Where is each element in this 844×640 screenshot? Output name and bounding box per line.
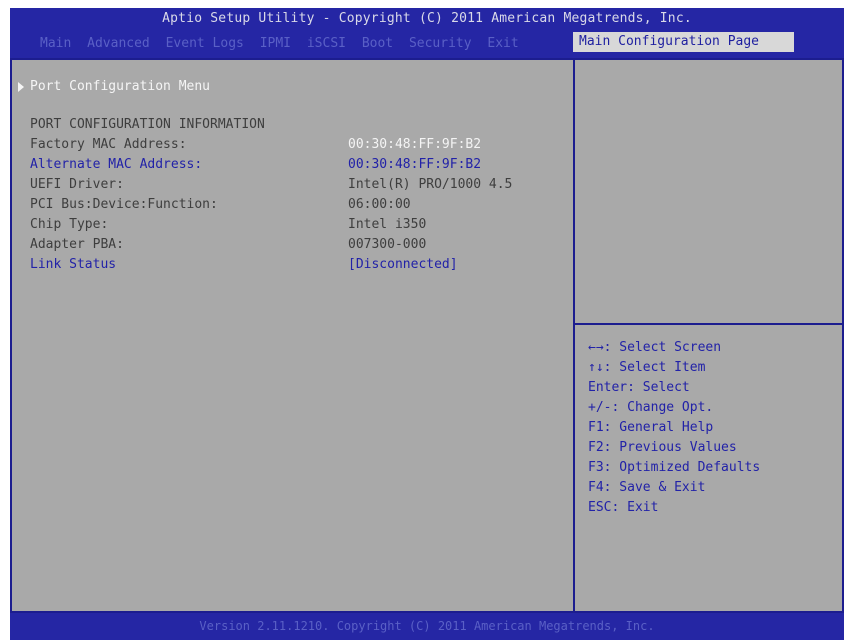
help-save-exit: F4: Save & Exit bbox=[588, 480, 706, 495]
utility-title: Aptio Setup Utility - Copyright (C) 2011… bbox=[162, 11, 692, 26]
right-frame bbox=[573, 58, 844, 613]
link-status-label: Link Status bbox=[30, 257, 117, 272]
top-bar: Aptio Setup Utility - Copyright (C) 2011… bbox=[10, 8, 844, 60]
help-general-help: F1: General Help bbox=[588, 420, 714, 435]
pci-bdf-label: PCI Bus:Device:Function: bbox=[30, 197, 218, 212]
link-status-value[interactable]: [Disconnected] bbox=[348, 256, 458, 274]
adapter-pba-label: Adapter PBA: bbox=[30, 237, 124, 252]
submenu-label: Port Configuration Menu bbox=[30, 79, 211, 94]
help-select-screen: ←→: Select Screen bbox=[588, 340, 722, 355]
tab-main-configuration-page[interactable]: Main Configuration Page bbox=[573, 32, 794, 52]
uefi-driver-value: Intel(R) PRO/1000 4.5 bbox=[348, 177, 513, 192]
tab-security[interactable]: Security bbox=[409, 36, 472, 51]
content-panel: Port Configuration Menu PORT CONFIGURATI… bbox=[10, 58, 844, 613]
alternate-mac-value[interactable]: 00:30:48:FF:9F:B2 bbox=[348, 156, 481, 174]
help-list: ←→: Select Screen ↑↓: Select Item Enter:… bbox=[588, 338, 760, 518]
uefi-driver-label: UEFI Driver: bbox=[30, 177, 124, 192]
factory-mac-value: 00:30:48:FF:9F:B2 bbox=[348, 137, 482, 152]
help-select-item: ↑↓: Select Item bbox=[588, 360, 706, 375]
help-enter-select: Enter: Select bbox=[588, 380, 690, 395]
help-change-opt: +/-: Change Opt. bbox=[588, 400, 714, 415]
help-previous-values: F2: Previous Values bbox=[588, 440, 737, 455]
tab-main[interactable]: Main bbox=[40, 36, 71, 51]
tab-event-logs[interactable]: Event Logs bbox=[166, 36, 244, 51]
tab-list: Main Advanced Event Logs IPMI iSCSI Boot… bbox=[40, 36, 527, 51]
help-esc-exit: ESC: Exit bbox=[588, 500, 659, 515]
chip-type-value: Intel i350 bbox=[348, 217, 427, 232]
tab-exit[interactable]: Exit bbox=[487, 36, 518, 51]
adapter-pba-value: 007300-000 bbox=[348, 237, 427, 252]
tab-iscsi[interactable]: iSCSI bbox=[307, 36, 346, 51]
tab-ipmi[interactable]: IPMI bbox=[260, 36, 291, 51]
help-divider bbox=[573, 323, 844, 325]
tab-advanced[interactable]: Advanced bbox=[87, 36, 150, 51]
submenu-arrow-icon bbox=[18, 81, 24, 92]
help-optimized-defaults: F3: Optimized Defaults bbox=[588, 460, 761, 475]
bios-screen: Aptio Setup Utility - Copyright (C) 2011… bbox=[0, 0, 844, 640]
menu-bar: Main Advanced Event Logs IPMI iSCSI Boot… bbox=[10, 32, 844, 54]
port-configuration-menu-item[interactable]: Port Configuration Menu bbox=[18, 78, 210, 96]
alternate-mac-label: Alternate MAC Address: bbox=[30, 157, 203, 172]
chip-type-label: Chip Type: bbox=[30, 217, 109, 232]
pci-bdf-value: 06:00:00 bbox=[348, 197, 411, 212]
footer-version: Version 2.11.1210. Copyright (C) 2011 Am… bbox=[10, 613, 844, 640]
section-title: PORT CONFIGURATION INFORMATION bbox=[30, 117, 265, 132]
tab-boot[interactable]: Boot bbox=[362, 36, 393, 51]
factory-mac-label: Factory MAC Address: bbox=[30, 137, 187, 152]
